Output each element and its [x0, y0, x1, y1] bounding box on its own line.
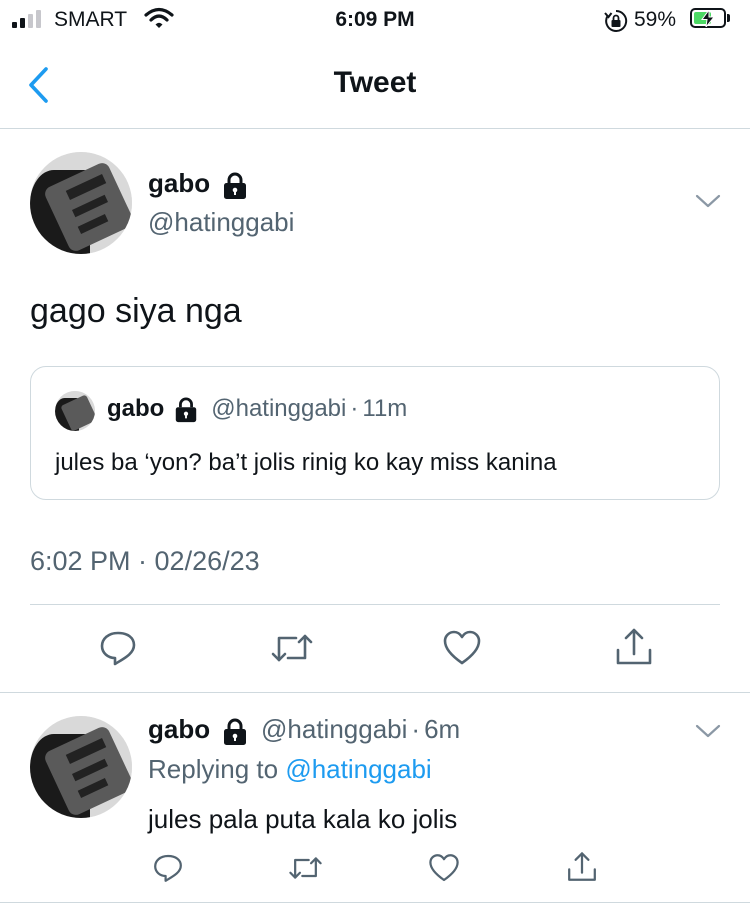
more-options-button[interactable]: [694, 192, 722, 215]
reply-reply-button[interactable]: [152, 852, 184, 884]
reply-icon: [100, 631, 136, 666]
battery-tip: [727, 14, 730, 22]
author-handle[interactable]: @hatinggabi: [148, 207, 294, 238]
share-icon: [568, 852, 596, 881]
reply-share-button[interactable]: [566, 850, 598, 884]
quoted-author-row: gabo @hatinggabi · 11m: [107, 395, 407, 423]
quoted-tweet[interactable]: gabo @hatinggabi · 11m jules ba ‘yon? ba’t…: [30, 366, 720, 500]
dot-separator: ·: [411, 714, 421, 744]
like-icon: [429, 854, 459, 882]
like-icon: [443, 630, 481, 665]
retweet-icon: [289, 857, 322, 879]
reply-icon: [154, 854, 182, 882]
quoted-author-name: gabo: [107, 395, 165, 422]
section-divider: [0, 692, 750, 693]
reply-like-button[interactable]: [428, 852, 460, 884]
reply-button[interactable]: [98, 628, 138, 668]
author-name[interactable]: gabo: [148, 168, 210, 198]
author-row: gabo: [148, 168, 249, 200]
bottom-divider: [0, 902, 750, 903]
battery-charging-icon: [690, 8, 726, 28]
chevron-down-icon: [695, 724, 721, 738]
chevron-down-icon: [695, 194, 721, 208]
tweet-text: gago siya nga: [30, 292, 242, 330]
quoted-author-handle: @hatinggabi: [211, 395, 347, 422]
retweet-icon: [271, 634, 313, 662]
reply-avatar[interactable]: [30, 716, 132, 818]
lock-icon: [175, 397, 196, 422]
nav-divider: [0, 128, 750, 129]
lock-icon: [223, 718, 246, 745]
lock-icon: [223, 172, 246, 199]
share-button[interactable]: [614, 626, 654, 668]
dot-separator: ·: [350, 395, 359, 422]
orientation-lock-icon: [604, 9, 628, 39]
tweet-timestamp: 6:02 PM · 02/26/23: [30, 546, 260, 576]
reply-text: jules pala puta kala ko jolis: [148, 804, 458, 834]
reply-author-name[interactable]: gabo: [148, 714, 210, 744]
replying-to-link[interactable]: @hatinggabi: [285, 754, 431, 784]
reply-more-options-button[interactable]: [694, 722, 722, 745]
timestamp-divider: [30, 604, 720, 605]
quoted-time-ago: 11m: [362, 395, 408, 422]
share-icon: [616, 628, 652, 665]
reply-time-ago: 6m: [424, 714, 461, 744]
avatar[interactable]: [30, 152, 132, 254]
like-button[interactable]: [442, 628, 482, 668]
reply-author-handle[interactable]: @hatinggabi: [261, 714, 407, 744]
retweet-button[interactable]: [270, 628, 314, 668]
reply-author-row: gabo @hatinggabi · 6m: [148, 714, 460, 746]
replying-to-prefix: Replying to: [148, 754, 279, 784]
reply-retweet-button[interactable]: [288, 852, 323, 884]
replying-to-line: Replying to @hatinggabi: [148, 754, 432, 785]
battery-percent: 59%: [634, 8, 677, 31]
quoted-tweet-text: jules ba ‘yon? ba’t jolis rinig ko kay m…: [55, 449, 557, 476]
status-bar: SMART 6:09 PM 59%: [0, 0, 750, 40]
quoted-avatar: [55, 391, 95, 431]
page-title: Tweet: [333, 66, 417, 99]
